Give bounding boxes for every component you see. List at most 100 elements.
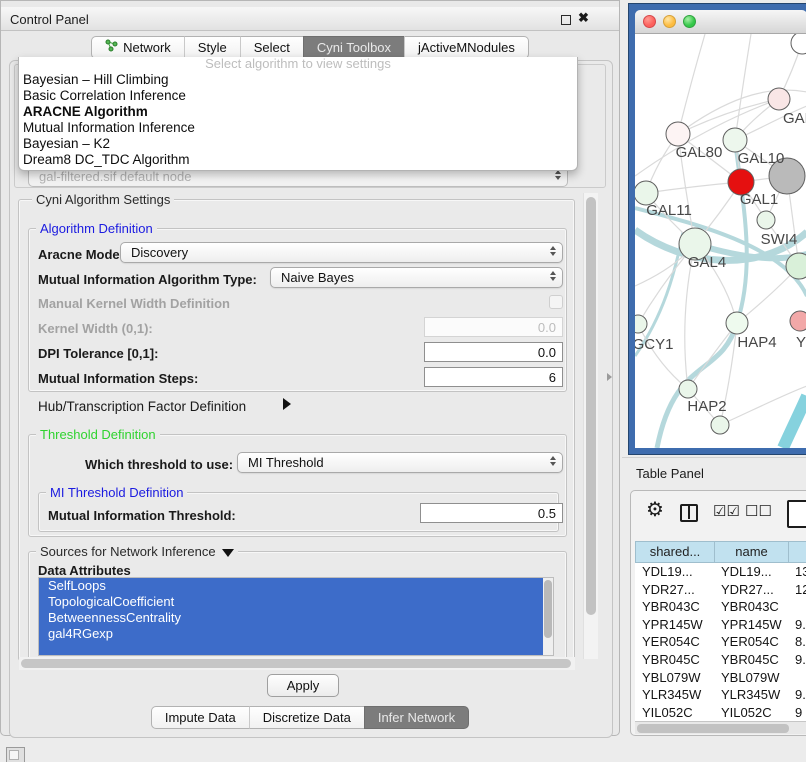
table-cell: 8.	[788, 633, 806, 651]
network-node-y[interactable]	[790, 311, 806, 331]
table-column-header[interactable]	[789, 542, 806, 562]
network-node[interactable]	[711, 416, 729, 434]
table-row[interactable]: YER054CYER054C8.	[635, 633, 806, 651]
close-panel-button[interactable]: ✖	[578, 10, 589, 26]
table-panel-divider	[622, 457, 806, 458]
tab-impute-data[interactable]: Impute Data	[151, 706, 249, 729]
network-node-label: GAL	[783, 110, 806, 127]
table-horizontal-scrollbar-thumb[interactable]	[637, 724, 789, 733]
table-row[interactable]: YBR045CYBR045C9.	[635, 651, 806, 669]
algorithm-option[interactable]: Dream8 DC_TDC Algorithm	[19, 152, 577, 168]
settings-vertical-scrollbar-thumb[interactable]	[586, 197, 596, 615]
settings-vertical-scrollbar[interactable]	[583, 193, 598, 659]
table-rows[interactable]: YDL19...YDL19...13YDR27...YDR27...12YBR0…	[635, 563, 806, 721]
data-attributes-list[interactable]: SelfLoopsTopologicalCoefficientBetweenne…	[38, 577, 554, 656]
network-edge[interactable]	[783, 396, 806, 448]
panel-splitter-arrow[interactable]	[607, 373, 612, 381]
zoom-window-icon[interactable]	[683, 15, 696, 28]
attribute-list-item[interactable]: SelfLoops	[39, 578, 544, 594]
attribute-list-item[interactable]: BetweennessCentrality	[39, 610, 544, 626]
kernel-width-input[interactable]	[424, 317, 563, 337]
tab-label: Discretize Data	[263, 707, 351, 729]
network-node-gcy1[interactable]	[635, 315, 647, 333]
table-column-header[interactable]: shared...	[636, 542, 715, 562]
network-graph[interactable]: GALGAL80GAL10GAL1GAL11SWI4GAL4GCY1HAP4YH…	[635, 34, 806, 448]
hub-expand-arrow-icon[interactable]	[283, 398, 291, 410]
table-row[interactable]: YDR27...YDR27...12	[635, 581, 806, 599]
combo-spinner-icon	[550, 246, 556, 256]
attribute-list-item[interactable]	[39, 642, 544, 656]
network-node-label: GCY1	[635, 336, 673, 353]
dpi-tolerance-input[interactable]	[424, 342, 563, 362]
float-window-button[interactable]	[561, 15, 571, 25]
tab-network[interactable]: Network	[91, 36, 184, 59]
table-settings-gear-icon[interactable]: ⚙	[646, 497, 664, 522]
mi-threshold-label: Mutual Information Threshold:	[48, 508, 236, 523]
network-edge[interactable]	[735, 140, 747, 323]
network-node-hap2[interactable]	[679, 380, 697, 398]
export-table-icon[interactable]	[787, 500, 806, 528]
table-column-header[interactable]: name	[715, 542, 789, 562]
table-row[interactable]: YIL052CYIL052C9	[635, 704, 806, 721]
algorithm-option[interactable]: Mutual Information Inference	[19, 120, 577, 136]
network-node-swi4[interactable]	[757, 211, 775, 229]
deselect-all-checkboxes-icon[interactable]: ☐☐	[745, 502, 772, 520]
close-window-icon[interactable]	[643, 15, 656, 28]
apply-button[interactable]: Apply	[267, 674, 339, 697]
attribute-list-item[interactable]: gal4RGexp	[39, 626, 544, 642]
network-node-hap4[interactable]	[726, 312, 748, 334]
network-node-gal[interactable]	[768, 88, 790, 110]
algorithm-option[interactable]: Bayesian – Hill Climbing	[19, 72, 577, 88]
table-row[interactable]: YBR043CYBR043C	[635, 598, 806, 616]
network-edge[interactable]	[646, 182, 741, 193]
table-header-row[interactable]: shared...name	[635, 541, 806, 563]
mi-threshold-input[interactable]	[420, 503, 563, 523]
mi-algorithm-type-value: Naive Bayes	[281, 270, 354, 285]
network-node[interactable]	[791, 34, 806, 54]
tab-discretize-data[interactable]: Discretize Data	[249, 706, 364, 729]
algorithm-option[interactable]: Basic Correlation Inference	[19, 88, 577, 104]
network-edge[interactable]	[735, 34, 751, 140]
data-attributes-label: Data Attributes	[38, 563, 131, 578]
select-all-checkboxes-icon[interactable]: ☑☑	[713, 502, 740, 520]
collapsed-panel-icon[interactable]	[6, 747, 25, 762]
table-cell: 13	[788, 563, 806, 581]
column-selector-icon[interactable]	[680, 504, 698, 522]
network-edge[interactable]	[638, 324, 688, 389]
settings-horizontal-scrollbar[interactable]	[19, 657, 575, 670]
network-node-gal10[interactable]	[723, 128, 747, 152]
network-window-titlebar[interactable]	[635, 10, 806, 34]
aracne-mode-combo[interactable]: Discovery	[120, 242, 563, 263]
attribute-list-item[interactable]: TopologicalCoefficient	[39, 594, 544, 610]
table-cell: YBR045C	[635, 651, 714, 669]
network-node-label: GAL4	[688, 254, 726, 271]
screen: Control Panel ✖ NetworkStyleSelectCyni T…	[0, 0, 806, 762]
which-threshold-combo[interactable]: MI Threshold	[237, 452, 563, 473]
table-cell: YPR145W	[714, 616, 788, 634]
combo-spinner-icon	[550, 271, 556, 281]
sources-legend[interactable]: Sources for Network Inference	[36, 544, 238, 559]
network-node-label: HAP2	[687, 398, 726, 415]
mi-algorithm-type-combo[interactable]: Naive Bayes	[270, 267, 563, 288]
tab-infer-network[interactable]: Infer Network	[364, 706, 469, 729]
network-node-gal80[interactable]	[666, 122, 690, 146]
network-canvas[interactable]: GALGAL80GAL10GAL1GAL11SWI4GAL4GCY1HAP4YH…	[635, 34, 806, 448]
tab-jactivemnodules[interactable]: jActiveMNodules	[404, 36, 529, 59]
table-row[interactable]: YDL19...YDL19...13	[635, 563, 806, 581]
table-row[interactable]: YBL079WYBL079W	[635, 669, 806, 687]
algorithm-option[interactable]: Bayesian – K2	[19, 136, 577, 152]
table-row[interactable]: YLR345WYLR345W9.	[635, 686, 806, 704]
minimize-window-icon[interactable]	[663, 15, 676, 28]
sources-collapse-arrow-icon[interactable]	[222, 549, 234, 557]
settings-horizontal-scrollbar-thumb[interactable]	[21, 659, 571, 668]
algorithm-option[interactable]: ARACNE Algorithm	[19, 104, 577, 120]
attributes-scrollbar-thumb[interactable]	[544, 580, 552, 638]
table-row[interactable]: YPR145WYPR145W9.	[635, 616, 806, 634]
control-panel-title: Control Panel	[10, 12, 89, 27]
aracne-mode-value: Discovery	[131, 245, 188, 260]
table-horizontal-scrollbar[interactable]	[635, 721, 806, 734]
manual-kernel-width-checkbox[interactable]	[549, 295, 563, 309]
mi-steps-input[interactable]	[424, 367, 563, 387]
which-threshold-value: MI Threshold	[248, 455, 324, 470]
attributes-scrollbar[interactable]	[543, 578, 553, 655]
